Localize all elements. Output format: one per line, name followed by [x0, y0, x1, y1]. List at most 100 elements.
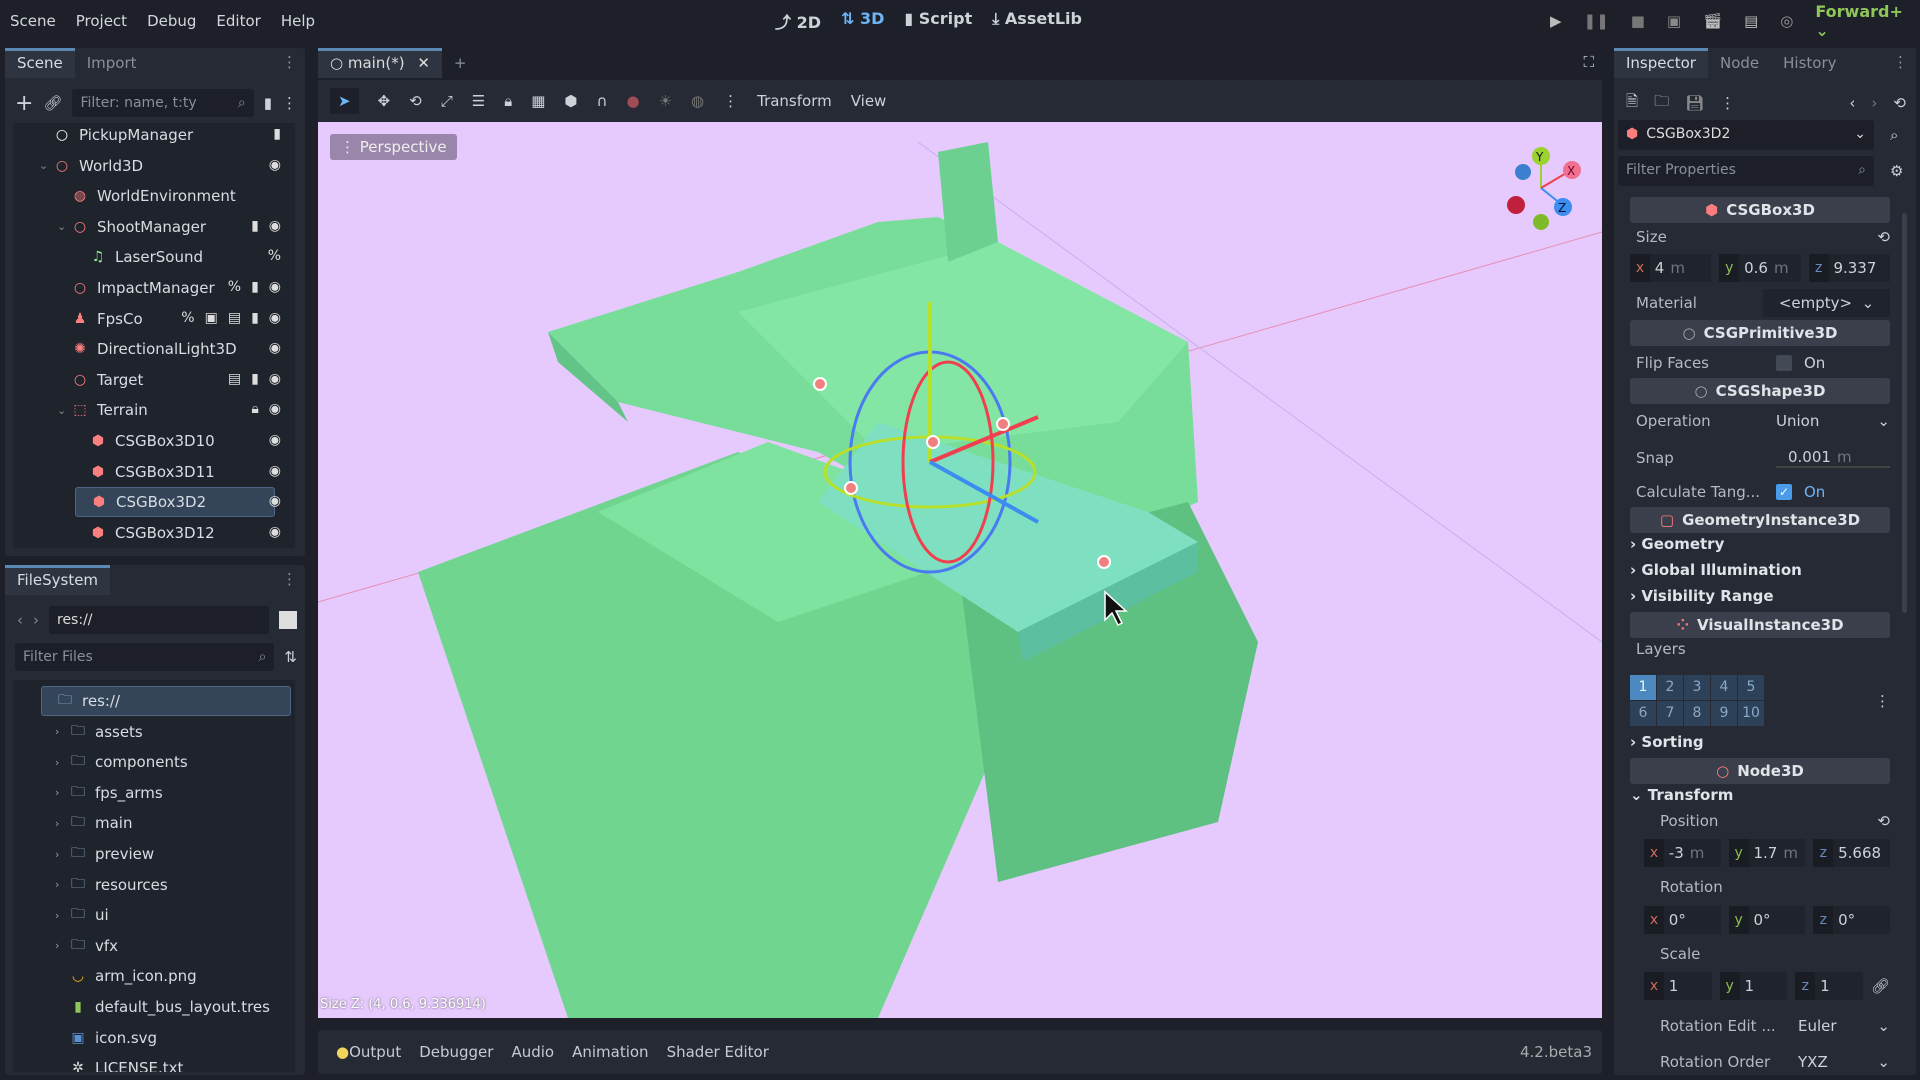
material-picker[interactable]: <empty> ⌄: [1763, 289, 1890, 317]
history-forward-icon[interactable]: ›: [1871, 94, 1877, 112]
visibility-eye-icon[interactable]: ◉: [269, 371, 281, 387]
visibility-eye-icon[interactable]: ◉: [269, 279, 281, 295]
doc-icon[interactable]: ⌕: [1890, 126, 1898, 144]
position-z-field[interactable]: z 5.668: [1813, 839, 1891, 867]
tab-scene[interactable]: Scene: [5, 48, 75, 78]
group-transform[interactable]: ⌄ Transform: [1630, 786, 1890, 804]
folder-item[interactable]: › 🗀︎ fps_arms: [55, 778, 285, 808]
expand-arrow-icon[interactable]: ›: [55, 786, 69, 799]
pause-icon[interactable]: ❚❚: [1584, 12, 1609, 30]
sort-icon[interactable]: ⇅: [284, 648, 297, 666]
reset-icon[interactable]: ⟲: [1877, 228, 1890, 246]
file-item[interactable]: ▣ icon.svg: [55, 1023, 285, 1053]
folder-item[interactable]: › 🗀︎ vfx: [55, 931, 285, 961]
size-x-field[interactable]: x 4m: [1630, 254, 1712, 282]
menu-project[interactable]: Project: [66, 12, 137, 30]
node-selector[interactable]: ⬢ CSGBox3D2 ⌄: [1618, 120, 1874, 150]
calculate-tangents-checkbox[interactable]: ✓: [1776, 484, 1792, 500]
script-icon[interactable]: ▮: [251, 310, 259, 326]
file-item[interactable]: ✲ LICENSE.txt: [55, 1053, 285, 1072]
clapper-icon[interactable]: ▤: [228, 310, 241, 326]
scene-tree-item[interactable]: ○ PickupManager: [39, 123, 281, 150]
perspective-menu-button[interactable]: ⋮ Perspective: [330, 134, 457, 160]
view-gizmo[interactable]: Y X Z: [1507, 147, 1581, 230]
tab-node[interactable]: Node: [1708, 48, 1771, 78]
section-visualinstance3d[interactable]: ⁘ VisualInstance3D: [1630, 612, 1890, 638]
script-icon[interactable]: ▮: [273, 126, 281, 142]
visibility-eye-icon[interactable]: ◉: [269, 310, 281, 326]
layers-kebab-icon[interactable]: ⋮: [1875, 692, 1890, 710]
mode-assetlib-button[interactable]: ⤓ AssetLib: [992, 9, 1082, 33]
scale-x-field[interactable]: x 1: [1644, 972, 1712, 1000]
lock-icon[interactable]: 🔒︎: [504, 92, 512, 110]
expand-arrow-icon[interactable]: ›: [55, 909, 69, 922]
reset-icon[interactable]: ⟲: [1877, 812, 1890, 830]
layer-toggle[interactable]: 2: [1657, 675, 1683, 700]
scene-tree-item[interactable]: ⬢ CSGBox3D10: [75, 426, 281, 456]
layer-toggle[interactable]: 6: [1630, 701, 1656, 726]
visibility-eye-icon[interactable]: ◉: [269, 218, 281, 234]
tab-animation[interactable]: Animation: [572, 1043, 648, 1061]
scale-z-field[interactable]: z 1: [1795, 972, 1863, 1000]
snap-icon[interactable]: ∩: [596, 92, 607, 110]
scene-tree-item[interactable]: ⬢ CSGBox3D12: [75, 518, 281, 548]
stop-icon[interactable]: ■: [1631, 12, 1645, 30]
visibility-eye-icon[interactable]: ◉: [269, 157, 281, 173]
scene-tree-item[interactable]: ⬢ CSGBox3D2: [75, 487, 275, 518]
frame-icon[interactable]: ▣: [205, 310, 218, 326]
tab-inspector[interactable]: Inspector: [1614, 48, 1708, 78]
3d-viewport[interactable]: Y X Z ⋮ Perspective Size Z: (4, 0.6, 9.3…: [318, 122, 1602, 1018]
scale-tool-icon[interactable]: ⤢: [441, 92, 453, 110]
unique-name-icon[interactable]: %: [228, 279, 241, 295]
file-item[interactable]: ▮ default_bus_layout.tres: [55, 992, 285, 1022]
back-icon[interactable]: ‹: [17, 611, 23, 629]
instance-scene-icon[interactable]: 🔗︎: [43, 94, 62, 112]
visibility-eye-icon[interactable]: ◉: [269, 401, 281, 417]
save-icon[interactable]: 💾︎: [1685, 94, 1704, 112]
history-back-icon[interactable]: ‹: [1849, 94, 1855, 112]
preview-camera-icon[interactable]: ●: [626, 92, 639, 110]
scene-tree-item[interactable]: ♫ LaserSound: [75, 242, 281, 272]
group-global-illumination[interactable]: › Global Illumination: [1630, 561, 1890, 579]
expand-arrow-icon[interactable]: ›: [55, 756, 69, 769]
toolbar-kebab-icon[interactable]: ⋮: [723, 92, 738, 110]
position-x-field[interactable]: x -3 m: [1644, 839, 1721, 867]
expand-arrow-icon[interactable]: ›: [55, 725, 69, 738]
transform-menu[interactable]: Transform: [757, 92, 832, 110]
play-custom-scene-icon[interactable]: ▤: [1744, 12, 1758, 30]
group-visibility-range[interactable]: › Visibility Range: [1630, 587, 1890, 605]
layer-toggle[interactable]: 7: [1657, 701, 1683, 726]
split-mode-icon[interactable]: [279, 611, 297, 629]
expand-arrow-icon[interactable]: ⌄: [39, 159, 53, 172]
folder-item[interactable]: › 🗀︎ main: [55, 808, 285, 838]
visibility-eye-icon[interactable]: ◉: [269, 340, 281, 356]
section-csgshape3d[interactable]: ○ CSGShape3D: [1630, 378, 1890, 404]
resource-kebab-icon[interactable]: ⋮: [1720, 94, 1735, 112]
mode-3d-button[interactable]: ⇅ 3D: [841, 9, 884, 33]
scene-tree-item[interactable]: ⌄ ⬚ Terrain: [57, 395, 281, 425]
unique-name-icon[interactable]: %: [181, 310, 194, 326]
position-y-field[interactable]: y 1.7 m: [1728, 839, 1806, 867]
remote-debug-icon[interactable]: ▣: [1667, 12, 1681, 30]
add-node-icon[interactable]: +: [15, 91, 33, 116]
play-scene-icon[interactable]: 🎬︎: [1703, 12, 1722, 30]
menu-scene[interactable]: Scene: [0, 12, 66, 30]
scene-tree-item[interactable]: ⬢ CSGBox3D11: [75, 457, 281, 487]
clapper-icon[interactable]: ▤: [228, 371, 241, 387]
path-input[interactable]: res://: [49, 606, 269, 634]
size-y-field[interactable]: y 0.6 m: [1719, 254, 1801, 282]
mode-script-button[interactable]: ▮ Script: [904, 9, 972, 33]
script-icon[interactable]: ▮: [251, 371, 259, 387]
lock-icon[interactable]: 🔒︎: [251, 401, 258, 417]
folder-item[interactable]: 🗀︎ res://: [41, 686, 291, 716]
filter-files-input[interactable]: Filter Files ⌕: [15, 643, 275, 671]
expand-arrow-icon[interactable]: ⌄: [57, 220, 71, 233]
layer-toggle[interactable]: 3: [1684, 675, 1710, 700]
attach-script-icon[interactable]: ▮: [264, 94, 272, 112]
scene-tree-item[interactable]: ◍ WorldEnvironment: [57, 181, 281, 211]
file-item[interactable]: ◡ arm_icon.png: [55, 961, 285, 991]
tab-debugger[interactable]: Debugger: [419, 1043, 493, 1061]
link-icon[interactable]: 🔗︎: [1871, 972, 1890, 1000]
tab-filesystem[interactable]: FileSystem: [5, 565, 111, 595]
scene-menu-kebab-icon[interactable]: ⋮: [282, 94, 297, 112]
